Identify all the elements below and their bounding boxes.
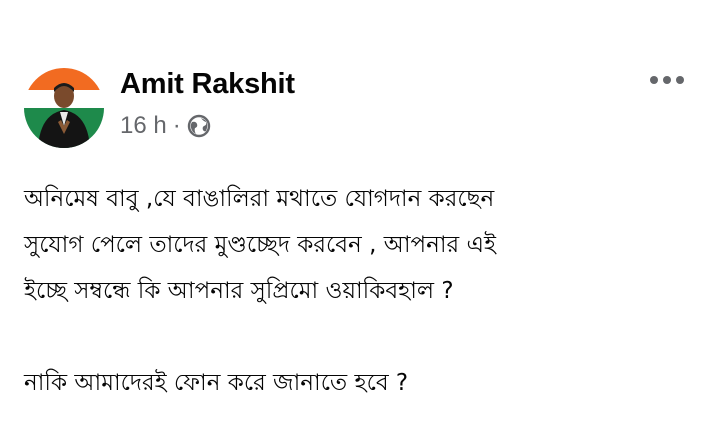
- post-text-line: অনিমেষ বাবু ,যে বাঙালিরা মথাতে যোগদান কর…: [24, 186, 495, 212]
- post-text-line: সুযোগ পেলে তাদের মুণ্ডচ্ছেদ করবেন , আপনা…: [24, 232, 496, 258]
- avatar-image: [24, 68, 104, 148]
- author-avatar[interactable]: [24, 68, 104, 148]
- more-horizontal-icon: [650, 76, 684, 84]
- post-timestamp[interactable]: 16 h: [120, 112, 167, 140]
- post-text: অনিমেষ বাবু ,যে বাঙালিরা মথাতে যোগদান কর…: [24, 176, 704, 406]
- meta-separator: ·: [172, 112, 181, 139]
- more-options-button[interactable]: [642, 66, 692, 94]
- post-text-line: ইচ্ছে সম্বন্ধে কি আপনার সুপ্রিমো ওয়াকিব…: [24, 278, 454, 304]
- post-text-line: নাকি আমাদেরই ফোন করে জানাতে হবে ?: [24, 370, 409, 396]
- facebook-post: Amit Rakshit 16 h · অনিমেষ বাবু ,যে বাঙা…: [0, 0, 714, 438]
- globe-icon[interactable]: [187, 114, 211, 138]
- post-meta: 16 h ·: [120, 112, 211, 140]
- author-name[interactable]: Amit Rakshit: [120, 68, 295, 101]
